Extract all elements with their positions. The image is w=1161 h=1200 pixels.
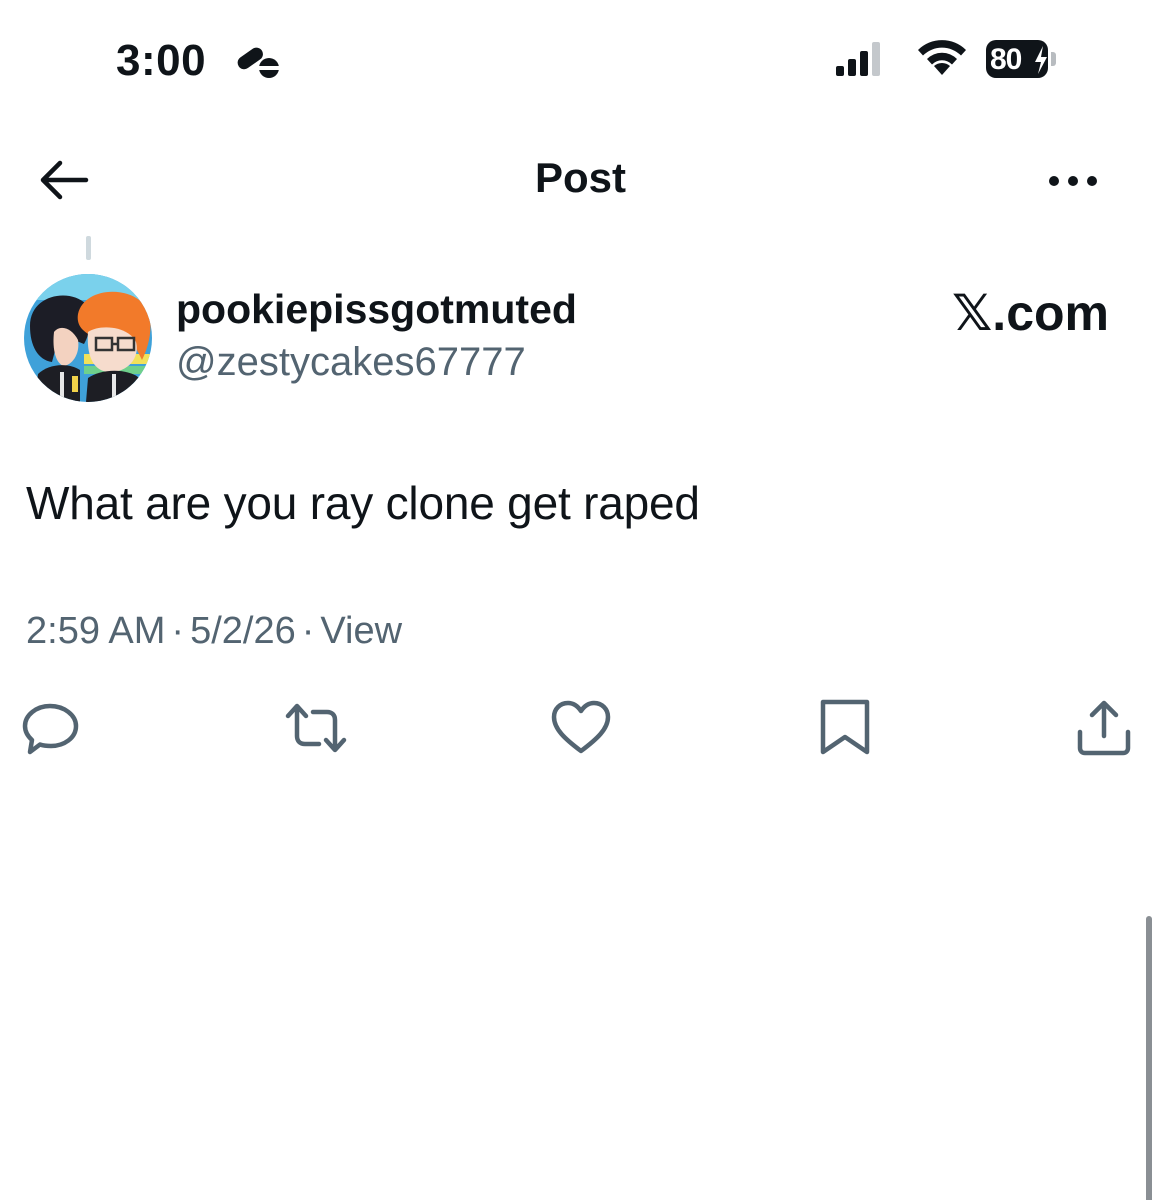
page-title: Post — [534, 154, 626, 201]
wifi-icon — [914, 39, 970, 84]
author-handle[interactable]: @zestycakes67777 — [176, 340, 526, 385]
author-avatar[interactable] — [24, 274, 152, 402]
top-nav-bar: Post — [0, 140, 1161, 220]
bookmark-icon — [813, 696, 877, 760]
post-meta: 2:59 AM · 5/2/26 · View — [26, 610, 402, 653]
status-time: 3:00 — [116, 36, 207, 85]
meta-separator: · — [171, 610, 185, 652]
repost-button[interactable] — [284, 696, 348, 760]
more-options-button[interactable] — [1044, 166, 1104, 196]
thread-connector-line — [86, 236, 91, 260]
status-bar: 3:00 80 — [0, 0, 1161, 110]
bookmark-button[interactable] — [813, 696, 877, 760]
heart-icon — [549, 696, 613, 760]
focus-mode-icon — [234, 46, 284, 85]
post-detail-screen: 3:00 80 Post pookiepissgotmuted @zestyca… — [0, 0, 1161, 1200]
battery-indicator: 80 — [986, 40, 1056, 80]
cellular-signal-icon — [836, 40, 886, 83]
like-button[interactable] — [549, 696, 613, 760]
post-action-bar — [0, 696, 1161, 766]
view-link[interactable]: View — [320, 610, 402, 652]
battery-level: 80 — [990, 43, 1022, 76]
charging-bolt-icon — [1034, 46, 1048, 79]
reply-icon — [20, 696, 84, 760]
scrollbar[interactable] — [1146, 916, 1152, 1200]
source-label: 𝕏.com — [952, 285, 1109, 341]
battery-cap — [1051, 52, 1056, 66]
share-button[interactable] — [1072, 696, 1136, 760]
meta-separator: · — [301, 610, 315, 652]
share-icon — [1072, 696, 1136, 760]
reply-button[interactable] — [20, 696, 84, 760]
post-text: What are you ray clone get raped — [26, 477, 700, 529]
more-horizontal-icon — [1044, 176, 1104, 200]
repost-icon — [284, 696, 348, 760]
post-date: 5/2/26 — [190, 610, 296, 652]
post-time: 2:59 AM — [26, 610, 166, 652]
author-display-name[interactable]: pookiepissgotmuted — [176, 286, 577, 333]
